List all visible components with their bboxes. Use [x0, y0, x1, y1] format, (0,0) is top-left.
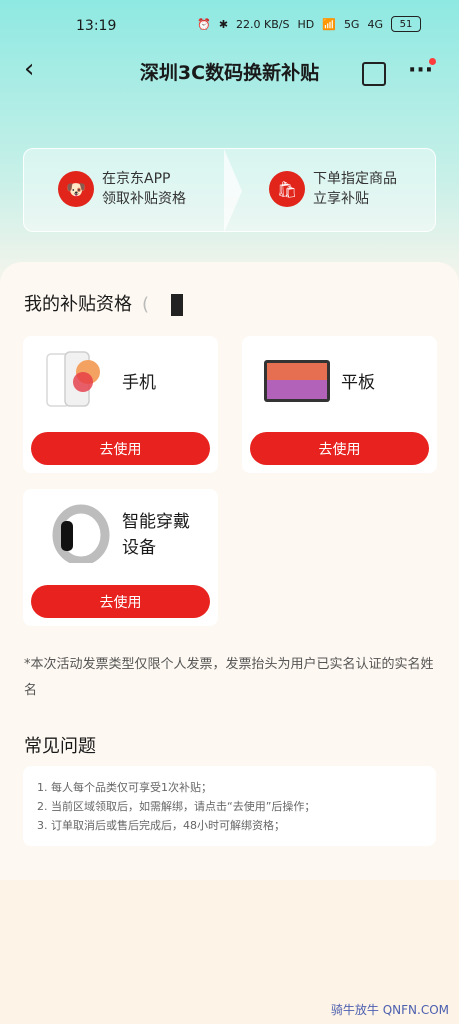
smart-band-image [52, 504, 110, 563]
alarm-icon: ⏰ [197, 17, 211, 31]
qualification-heading: 我的补贴资格 [24, 294, 132, 315]
wifi-icon: 📶 [322, 17, 336, 31]
jd-dog-icon: 🐶 [58, 171, 94, 207]
page-title: 深圳3C数码换新补贴 [139, 62, 320, 84]
step-2: 🛍 下单指定商品 立享补贴 [269, 169, 397, 209]
notification-dot [429, 58, 436, 65]
step-arrow [224, 149, 242, 233]
watermark: 骑牛放牛 QNFN.COM [330, 1003, 449, 1017]
redacted-text [171, 294, 184, 316]
faq-item: 1. 每人每个品类仅可享受1次补贴； [37, 781, 212, 794]
battery-icon: 51 [391, 16, 421, 32]
faq-box: 1. 每人每个品类仅可享受1次补贴； 2. 当前区域领取后，如需解绑，请点击“去… [23, 766, 436, 846]
net-speed: 22.0 KB/S [236, 17, 290, 31]
item-name-wearable-line1: 智能穿戴 [122, 512, 190, 532]
step-2-line1: 下单指定商品 [313, 171, 397, 187]
signal-5g: 5G [343, 17, 360, 31]
shopping-bag-icon: 🛍 [269, 171, 305, 207]
invoice-note: *本次活动发票类型仅限个人发票，发票抬头为用户已实名认证的实名姓名 [24, 657, 434, 698]
steps-banner: 🐶 在京东APP 领取补贴资格 🛍 下单指定商品 立享补贴 [23, 148, 436, 233]
bluetooth-icon: ✱ [218, 17, 229, 31]
signal-4g: 4G [367, 17, 383, 31]
faq-title: 常见问题 [24, 736, 96, 757]
item-card-wearable: 智能穿戴 设备 去使用 [23, 489, 218, 626]
faq-item: 3. 订单取消后或售后完成后，48小时可解绑资格； [37, 819, 285, 832]
item-name-wearable-line2: 设备 [122, 538, 156, 558]
step-2-line2: 立享补贴 [313, 191, 369, 207]
status-icons: ⏰ ✱ 22.0 KB/S HD 📶 5G 4G 51 [197, 16, 421, 32]
battery-level: 51 [399, 18, 413, 30]
top-nav: ‹ 深圳3C数码换新补贴 ··· [0, 48, 459, 96]
status-bar: 13:19 ⏰ ✱ 22.0 KB/S HD 📶 5G 4G 51 [0, 0, 459, 50]
item-name-phone: 手机 [122, 373, 156, 393]
hd-badge: HD [297, 17, 315, 31]
use-button-tablet[interactable]: 去使用 [250, 432, 429, 465]
faq-item: 2. 当前区域领取后，如需解绑，请点击“去使用”后操作； [37, 800, 316, 813]
qualification-paren: ( [142, 294, 150, 315]
item-name-tablet: 平板 [341, 373, 375, 393]
qualification-title: 我的补贴资格 ( [24, 290, 184, 316]
item-name-wearable: 智能穿戴 设备 [122, 509, 190, 561]
item-card-tablet: 平板 去使用 [242, 336, 437, 473]
status-time: 13:19 [76, 18, 117, 34]
use-button-phone[interactable]: 去使用 [31, 432, 210, 465]
step-1-line1: 在京东APP [102, 171, 171, 187]
use-button-wearable[interactable]: 去使用 [31, 585, 210, 618]
phone-image [46, 351, 100, 407]
step-1: 🐶 在京东APP 领取补贴资格 [58, 169, 186, 209]
step-2-text: 下单指定商品 立享补贴 [313, 169, 397, 209]
item-card-phone: 手机 去使用 [23, 336, 218, 473]
step-1-text: 在京东APP 领取补贴资格 [102, 169, 186, 209]
share-button[interactable] [362, 62, 386, 86]
tablet-image [264, 360, 330, 402]
step-1-line2: 领取补贴资格 [102, 191, 186, 207]
